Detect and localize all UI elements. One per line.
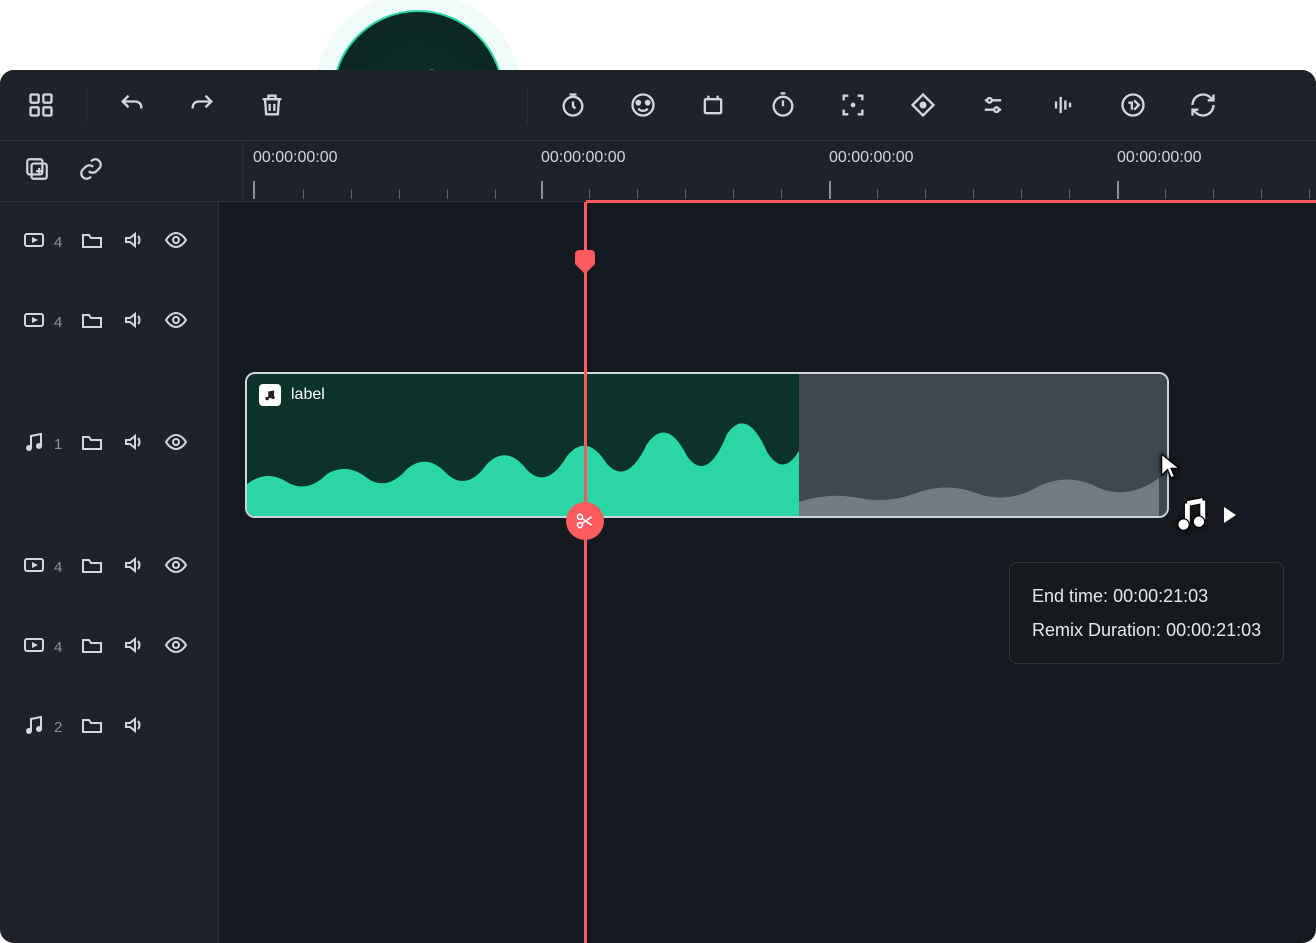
track-mute-icon[interactable] <box>122 430 146 459</box>
selection-range-line <box>586 200 1316 203</box>
toolbar <box>0 70 1316 141</box>
audio-clip[interactable]: label <box>245 372 1169 518</box>
ruler-time-0: 00:00:00:00 <box>253 149 338 167</box>
track-visibility-icon[interactable] <box>164 308 188 337</box>
clip-label-text: label <box>291 386 325 404</box>
delete-button[interactable] <box>257 90 287 120</box>
mouse-cursor <box>1157 452 1185 485</box>
track-number: 2 <box>54 719 62 736</box>
audio-track-icon <box>22 430 46 459</box>
track-number: 4 <box>54 234 62 251</box>
track-mute-icon[interactable] <box>122 713 146 742</box>
tooltip-end-value: 00:00:21:03 <box>1113 586 1208 606</box>
track-header: 4 <box>0 202 218 282</box>
track-mute-icon[interactable] <box>122 633 146 662</box>
tooltip-dur-value: 00:00:21:03 <box>1166 620 1261 640</box>
track-lock-icon[interactable] <box>80 633 104 662</box>
duration-button[interactable] <box>1118 90 1148 120</box>
track-lock-icon[interactable] <box>80 430 104 459</box>
track-header: 1 <box>0 362 218 527</box>
track-number: 4 <box>54 639 62 656</box>
split-at-playhead-button[interactable] <box>566 502 604 540</box>
adjust-button[interactable] <box>978 90 1008 120</box>
playhead-handle[interactable] <box>575 250 595 264</box>
tooltip-dur-label: Remix Duration: <box>1032 620 1161 640</box>
track-number: 1 <box>54 436 62 453</box>
crop-frame-button[interactable] <box>698 90 728 120</box>
subbar: 00:00:00:00 00:00:00:00 00:00:00:00 00:0… <box>0 141 1316 202</box>
music-file-icon <box>259 384 281 406</box>
playhead[interactable] <box>584 202 587 943</box>
color-button[interactable] <box>628 90 658 120</box>
track-number: 4 <box>54 314 62 331</box>
redo-button[interactable] <box>187 90 217 120</box>
track-visibility-icon[interactable] <box>164 553 188 582</box>
undo-button[interactable] <box>117 90 147 120</box>
add-track-button[interactable] <box>24 156 50 187</box>
speed-button[interactable] <box>558 90 588 120</box>
focus-button[interactable] <box>838 90 868 120</box>
audio-bars-button[interactable] <box>1048 90 1078 120</box>
video-track-icon <box>22 553 46 582</box>
timeline-canvas[interactable]: label <box>219 202 1316 943</box>
video-editor-timeline: 00:00:00:00 00:00:00:00 00:00:00:00 00:0… <box>0 70 1316 943</box>
link-button[interactable] <box>78 156 104 187</box>
track-header: 2 <box>0 687 218 767</box>
layout-grid-icon[interactable] <box>26 90 56 120</box>
track-visibility-icon[interactable] <box>164 228 188 257</box>
stretch-tooltip: End time: 00:00:21:03 Remix Duration: 00… <box>1009 562 1284 664</box>
video-track-icon <box>22 228 46 257</box>
track-visibility-icon[interactable] <box>164 430 188 459</box>
music-stretch-cursor <box>1174 492 1236 538</box>
track-header: 4 <box>0 607 218 687</box>
track-mute-icon[interactable] <box>122 553 146 582</box>
track-lock-icon[interactable] <box>80 228 104 257</box>
track-visibility-icon[interactable] <box>164 633 188 662</box>
audio-track-icon <box>22 713 46 742</box>
tooltip-end-label: End time: <box>1032 586 1108 606</box>
ruler-time-2: 00:00:00:00 <box>829 149 914 167</box>
track-header: 4 <box>0 527 218 607</box>
video-track-icon <box>22 308 46 337</box>
keyframe-button[interactable] <box>908 90 938 120</box>
track-header: 4 <box>0 282 218 362</box>
track-mute-icon[interactable] <box>122 308 146 337</box>
clip-label: label <box>259 384 325 406</box>
track-lock-icon[interactable] <box>80 553 104 582</box>
track-lock-icon[interactable] <box>80 713 104 742</box>
track-number: 4 <box>54 559 62 576</box>
timer-button[interactable] <box>768 90 798 120</box>
time-ruler[interactable]: 00:00:00:00 00:00:00:00 00:00:00:00 00:0… <box>243 141 1316 201</box>
track-mute-icon[interactable] <box>122 228 146 257</box>
track-headers: 4 4 1 4 4 2 <box>0 202 219 943</box>
refresh-button[interactable] <box>1188 90 1218 120</box>
ruler-time-3: 00:00:00:00 <box>1117 149 1202 167</box>
track-lock-icon[interactable] <box>80 308 104 337</box>
ruler-time-1: 00:00:00:00 <box>541 149 626 167</box>
video-track-icon <box>22 633 46 662</box>
